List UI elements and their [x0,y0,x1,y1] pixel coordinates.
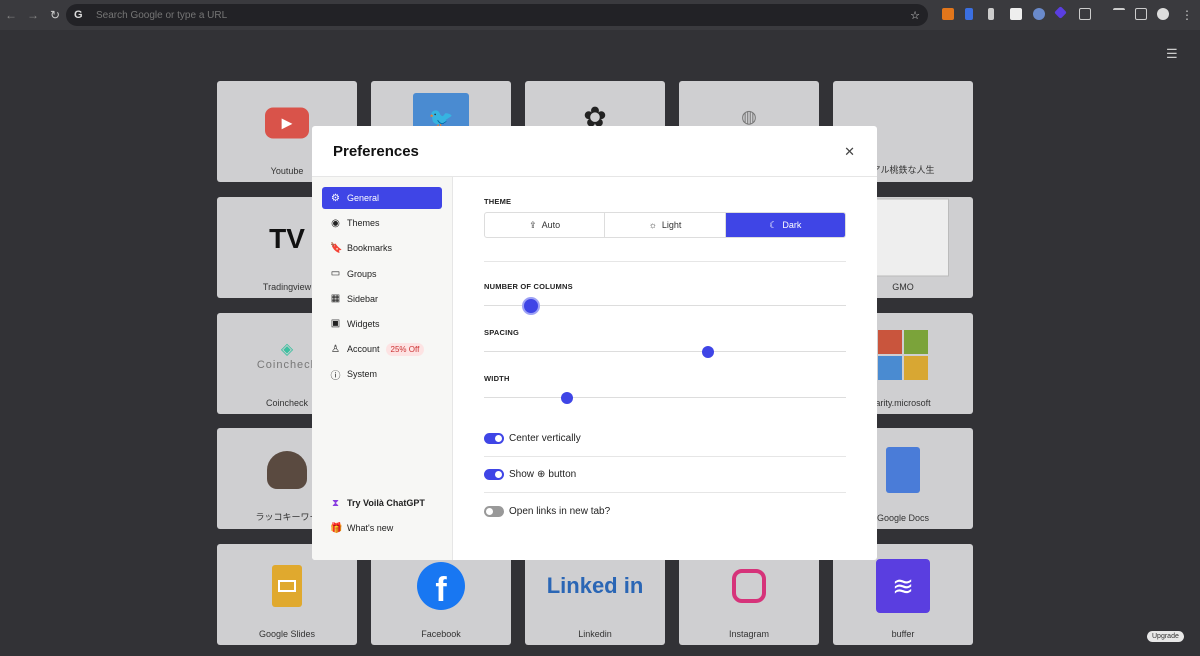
tile-label: Google Slides [258,629,316,639]
general-settings: THEME ⇪ Auto ☼ Light ☾ Dark NUMBER OF COLUM… [484,177,846,529]
google-docs-icon [886,447,920,494]
puzzle-icon[interactable] [1079,8,1091,20]
columns-slider[interactable] [484,295,846,315]
sidebar-item-account[interactable]: ♙ Account 25% Off [322,338,442,360]
sidebar-item-sidebar[interactable]: ▦ Sidebar [322,288,442,310]
user-icon: ♙ [331,343,340,355]
hamburger-menu-icon[interactable]: ☰ [1166,46,1178,62]
sidebar-item-widgets[interactable]: ▣ Widgets [322,313,442,335]
gift-icon: 🎁 [330,522,343,534]
gear-icon: ⚙ [331,192,340,204]
otter-icon [267,451,307,490]
tradingview-icon: TV [269,223,305,255]
reading-list-icon[interactable] [1113,8,1125,16]
linkedin-icon: Linked in [547,573,644,599]
reload-icon[interactable]: ↻ [44,8,66,22]
theme-selector: ⇪ Auto ☼ Light ☾ Dark [484,212,846,238]
forward-icon[interactable]: → [22,8,44,22]
modal-title: Preferences [333,142,419,160]
spacing-slider[interactable] [484,341,846,361]
eyedropper-icon[interactable] [988,8,994,20]
toggle-switch[interactable] [484,469,504,480]
back-icon[interactable]: ← [0,8,22,22]
sidebar-item-themes[interactable]: ◉ Themes [322,212,442,234]
tile-label: Facebook [421,629,461,639]
instagram-icon [732,569,766,604]
discount-badge: 25% Off [385,342,425,356]
slider-thumb[interactable] [561,392,574,404]
preferences-sidebar: ⚙ General ◉ Themes 🔖 Bookmarks ▭ Groups ▦ Sidebar… [312,177,453,560]
slider-thumb[interactable] [522,297,541,315]
youtube-icon: ▶ [265,107,309,139]
extension-icon[interactable] [1054,6,1067,19]
plus-circle-icon: ⊕ [537,469,546,480]
metamask-extension-icon[interactable] [942,8,954,20]
google-icon: G [74,9,83,21]
whats-new-link[interactable]: 🎁 What's new [322,517,443,539]
layout-icon: ▦ [330,293,341,305]
browser-toolbar: ← → ↻ G ☆ ⋮ [0,0,1200,30]
tile-label: buffer [891,629,915,639]
tile-label: Instagram [728,629,770,639]
sun-icon: ☼ [648,220,657,230]
google-slides-icon [272,565,302,608]
address-bar[interactable]: G ☆ [66,4,928,26]
extension-icon[interactable] [965,8,973,20]
sidebar-item-bookmarks[interactable]: 🔖 Bookmarks [322,237,442,259]
eye-icon: ◉ [331,217,340,229]
close-icon[interactable]: ✕ [844,144,855,160]
theme-label: THEME [484,197,512,206]
try-voila-link[interactable]: ⧗ Try Voilà ChatGPT [322,492,443,514]
voila-icon: ⧗ [331,497,340,509]
spacing-label: SPACING [484,328,520,337]
info-icon: ⓘ [330,370,341,382]
theme-dark-button[interactable]: ☾ Dark [725,213,845,237]
side-panel-icon[interactable] [1135,8,1147,20]
preferences-modal: Preferences ✕ ⚙ General ◉ Themes 🔖 Bookmarks ▭… [312,126,877,560]
tile-label: Linkedin [578,629,612,639]
coincheck-logo-text: Coincheck [256,359,318,372]
sidebar-item-groups[interactable]: ▭ Groups [322,263,442,285]
toggle-row: Center vertically [484,421,846,457]
toggle-switch[interactable] [484,433,504,444]
width-slider[interactable] [484,387,846,407]
kebab-menu-icon[interactable]: ⋮ [1176,8,1198,22]
moon-icon: ☾ [769,219,778,230]
linkedin-logo-text: Linked in [546,573,644,599]
upgrade-button[interactable]: Upgrade [1147,631,1184,642]
sidebar-item-system[interactable]: ⓘ System [322,363,442,385]
widgets-icon: ▣ [330,318,341,330]
profile-avatar[interactable] [1157,8,1169,20]
microsoft-icon [878,330,928,381]
theme-light-button[interactable]: ☼ Light [605,213,726,237]
width-label: WIDTH [484,374,510,383]
folder-icon: ▭ [330,268,341,280]
sidebar-item-general[interactable]: ⚙ General [322,187,442,209]
slider-thumb[interactable] [702,346,715,358]
extension-icon[interactable] [1033,8,1045,20]
toggle-switch[interactable] [484,505,504,517]
toggle-row: Show ⊕ button [484,457,846,493]
bookmark-star-icon[interactable]: ☆ [910,9,920,22]
extension-icon[interactable] [1010,8,1022,20]
buffer-icon: ≋ [876,559,930,614]
toggle-row: Open links in new tab? [484,493,846,529]
columns-label: NUMBER OF COLUMNS [484,282,573,291]
sunrise-icon: ⇪ [529,219,537,230]
address-input[interactable] [96,9,896,21]
facebook-icon: f [417,562,465,611]
bookmark-icon: 🔖 [330,242,343,254]
coincheck-icon: ◈ Coincheck [256,341,318,372]
theme-auto-button[interactable]: ⇪ Auto [485,213,606,237]
